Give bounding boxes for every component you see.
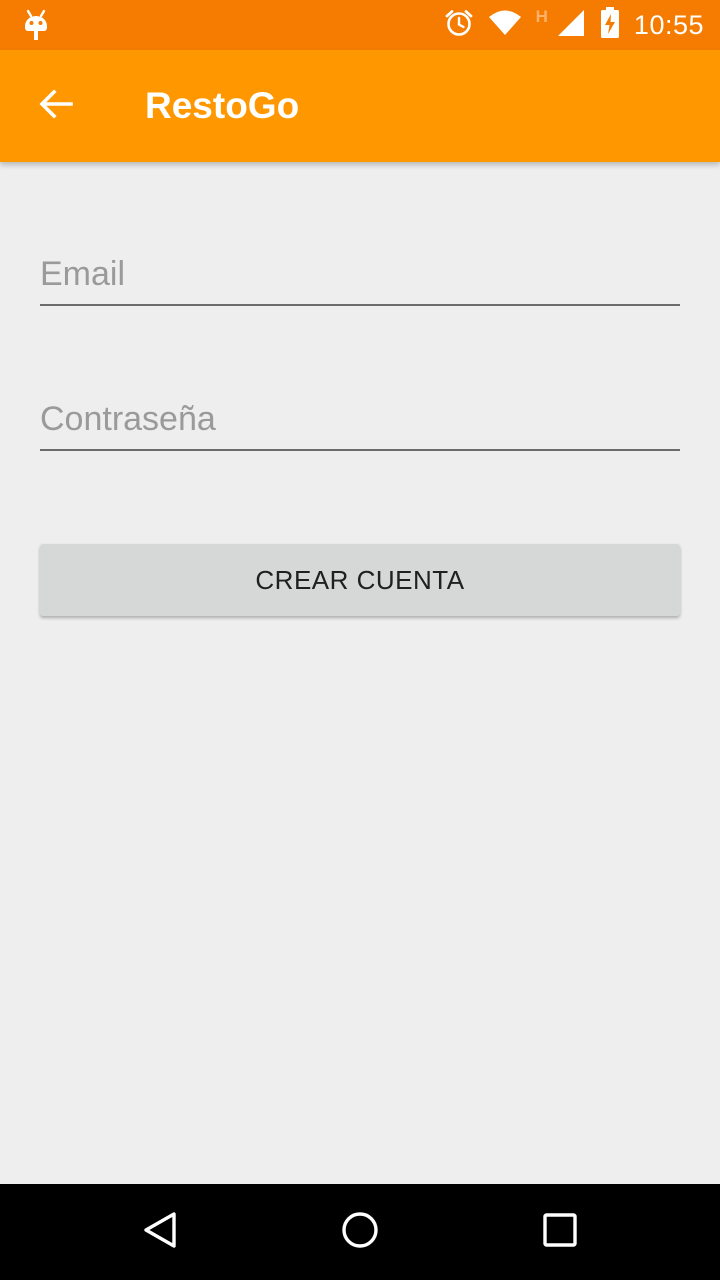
- password-input[interactable]: [40, 381, 680, 449]
- app-title: RestoGo: [145, 85, 300, 126]
- status-bar: H 10:55: [0, 0, 720, 50]
- nav-back-icon: [140, 1210, 180, 1255]
- password-field-container: [40, 381, 680, 451]
- android-icon: [22, 9, 50, 41]
- battery-charging-icon: [600, 6, 620, 44]
- email-input[interactable]: [40, 236, 680, 304]
- email-field-container: [40, 236, 680, 306]
- nav-back-button[interactable]: [130, 1202, 190, 1262]
- nav-recents-icon: [542, 1212, 578, 1253]
- status-time: 10:55: [633, 9, 704, 40]
- nav-recents-button[interactable]: [530, 1202, 590, 1262]
- screen: H 10:55 RestoGo Email CREAR CUENTA: [0, 0, 720, 1280]
- wifi-icon: [488, 10, 522, 41]
- cell-signal-icon: [556, 8, 586, 43]
- create-account-button[interactable]: CREAR CUENTA: [40, 544, 680, 616]
- app-bar: RestoGo: [0, 50, 720, 162]
- status-icons: H 10:55: [444, 0, 704, 50]
- nav-home-button[interactable]: [330, 1202, 390, 1262]
- network-type-label: H: [535, 7, 548, 26]
- navigation-bar: [0, 1184, 720, 1280]
- back-button[interactable]: [22, 72, 90, 140]
- arrow-back-icon: [38, 86, 74, 127]
- nav-home-icon: [340, 1210, 380, 1255]
- alarm-icon: [444, 8, 474, 43]
